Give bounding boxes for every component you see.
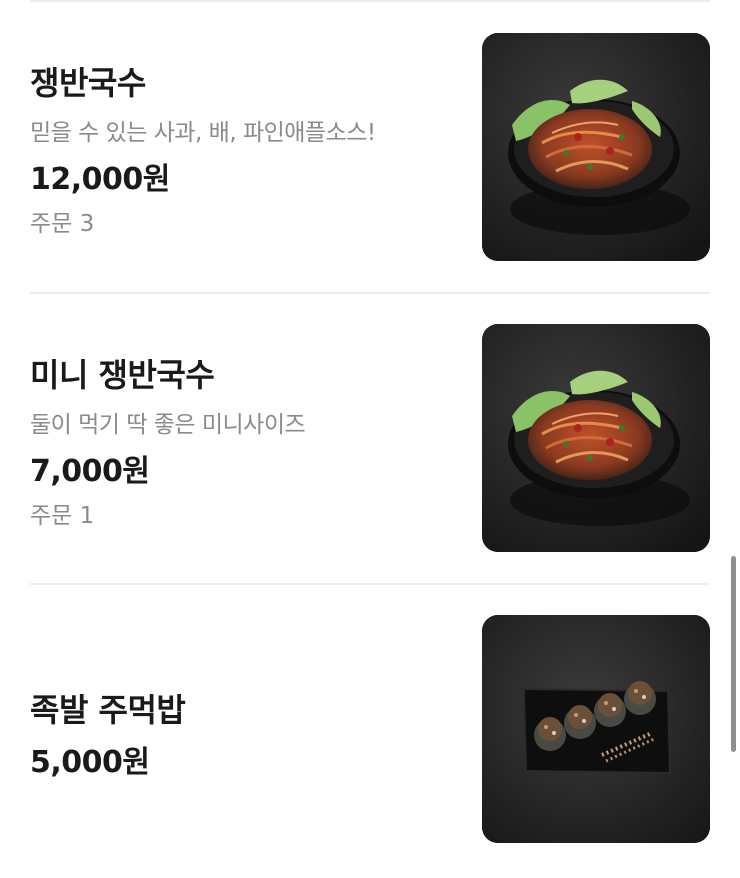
menu-item-name: 미니 쟁반국수 [30,356,215,394]
menu-item-name: 쟁반국수 [30,64,146,102]
menu-item-price: 7,000원 [30,454,150,489]
rice-ball-plate-photo[interactable] [482,615,710,843]
menu-item-jokbal-jumeokbap[interactable]: 족발 주먹밥 5,000원 [0,583,740,878]
menu-item-order-count: 주문 3 [30,211,95,237]
scrollbar[interactable] [731,556,736,752]
menu-item-description: 믿을 수 있는 사과, 배, 파인애플소스! [30,120,376,146]
menu-item-description: 둘이 먹기 딱 좋은 미니사이즈 [30,412,306,438]
menu-item-jaengban-guksu[interactable]: 쟁반국수 믿을 수 있는 사과, 배, 파인애플소스! 12,000원 주문 3 [0,0,740,292]
menu-list: 쟁반국수 믿을 수 있는 사과, 배, 파인애플소스! 12,000원 주문 3 [0,0,740,878]
menu-item-name: 족발 주먹밥 [30,691,186,729]
menu-item-mini-jaengban-guksu[interactable]: 미니 쟁반국수 둘이 먹기 딱 좋은 미니사이즈 7,000원 주문 1 [0,292,740,584]
menu-item-price: 12,000원 [30,162,170,197]
menu-item-order-count: 주문 1 [30,503,95,529]
menu-item-price: 5,000원 [30,745,150,780]
noodle-bowl-photo[interactable] [482,33,710,261]
noodle-bowl-photo[interactable] [482,324,710,552]
